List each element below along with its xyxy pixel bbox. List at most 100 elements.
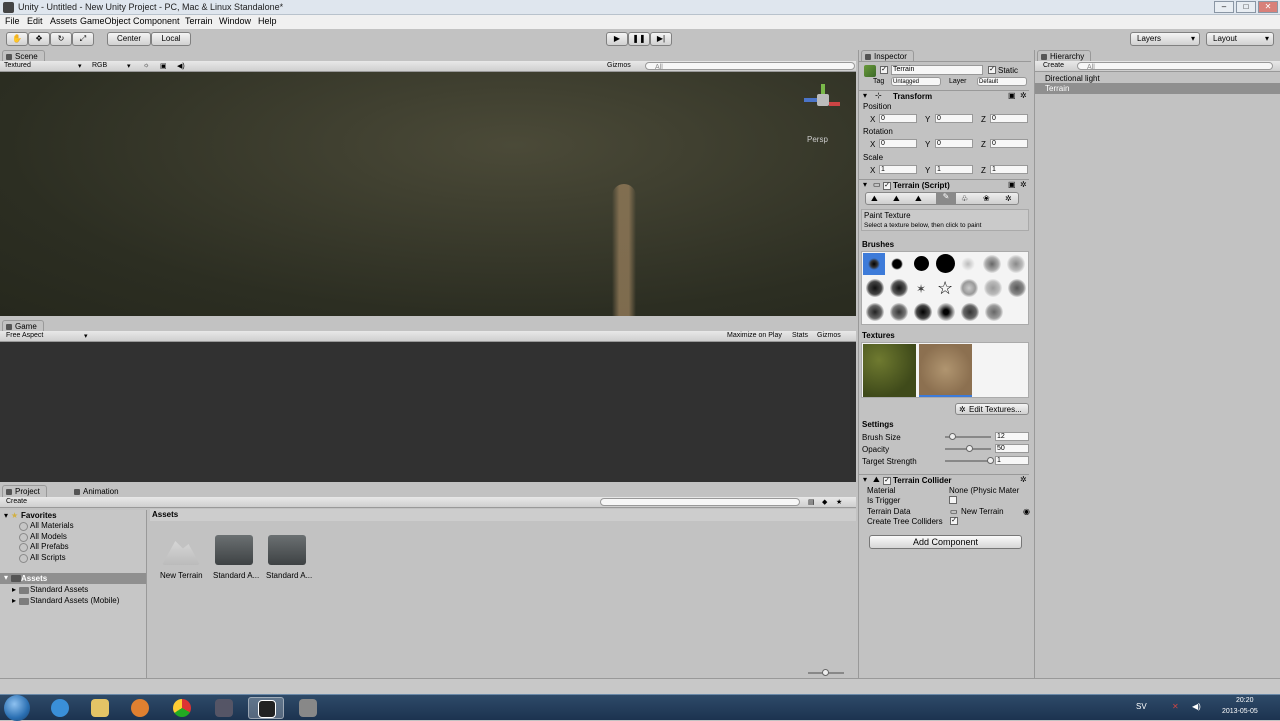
taskbar-app-2[interactable] (290, 697, 326, 719)
brush-noise-2[interactable] (1007, 255, 1025, 273)
start-button[interactable] (4, 695, 30, 721)
aspect-dropdown[interactable]: Free Aspect (6, 332, 43, 339)
scene-image-icon[interactable]: ▣ (160, 62, 167, 70)
brush-round-3[interactable] (936, 254, 955, 273)
game-viewport[interactable] (0, 342, 856, 482)
terrain-data-field[interactable]: New Terrain (961, 507, 1004, 516)
favorite-item[interactable]: All Models (30, 532, 67, 541)
hand-tool-button[interactable]: ✋ (6, 32, 28, 46)
scale-tool-button[interactable]: ⤢ (72, 32, 94, 46)
terrain-script-enabled-checkbox[interactable]: ✓ (883, 182, 891, 190)
rotation-x-field[interactable]: 0 (879, 139, 917, 148)
object-picker-icon[interactable]: ◉ (1023, 507, 1030, 516)
position-x-field[interactable]: 0 (879, 114, 917, 123)
taskbar-unity[interactable] (248, 697, 284, 719)
taskbar-app[interactable] (206, 697, 242, 719)
rotation-z-field[interactable]: 0 (990, 139, 1028, 148)
favorite-item[interactable]: All Prefabs (30, 542, 69, 551)
menu-terrain[interactable]: Terrain (185, 16, 213, 26)
brush-rock-1[interactable] (866, 303, 884, 321)
close-button[interactable]: ✕ (1258, 1, 1278, 13)
brush-star-outline[interactable]: ☆ (937, 278, 953, 299)
position-y-field[interactable]: 0 (935, 114, 973, 123)
brush-spots-2[interactable] (985, 303, 1003, 321)
hierarchy-item-selected[interactable]: Terrain (1035, 83, 1280, 94)
clock-time[interactable]: 20:20 (1236, 697, 1254, 704)
brush-star-small[interactable]: ✶ (916, 282, 926, 296)
paint-texture-icon[interactable]: ✎ (936, 192, 956, 205)
layout-dropdown[interactable]: Layout ▾ (1206, 32, 1274, 46)
brush-grass-2[interactable] (984, 279, 1002, 297)
raise-terrain-icon[interactable]: ⛰ (871, 194, 878, 204)
brush-sparkle[interactable] (961, 257, 975, 271)
menu-component[interactable]: Component (133, 16, 180, 26)
terrain-settings-icon[interactable]: ✲ (1005, 194, 1012, 203)
menu-help[interactable]: Help (258, 16, 277, 26)
opacity-field[interactable]: 50 (995, 444, 1029, 453)
help-icon[interactable]: ▣ (1008, 91, 1016, 100)
rotation-y-field[interactable]: 0 (935, 139, 973, 148)
edit-textures-button[interactable]: ✲ Edit Textures... (955, 403, 1029, 415)
object-name-field[interactable]: Terrain (891, 65, 983, 75)
terrain-collider-header[interactable]: ▾ ⛰ ✓ Terrain Collider ✲ (859, 474, 1029, 486)
folder-item[interactable]: Standard Assets (Mobile) (30, 596, 119, 605)
filter-by-label-icon[interactable]: ◆ (822, 498, 827, 506)
step-button[interactable]: ▶| (650, 32, 672, 46)
rotate-tool-button[interactable]: ↻ (50, 32, 72, 46)
paint-height-icon[interactable]: ⛰ (893, 194, 900, 204)
brush-spots-1[interactable] (961, 303, 979, 321)
place-trees-icon[interactable]: ♧ (961, 194, 968, 203)
brush-dots[interactable] (937, 303, 955, 321)
network-icon[interactable]: ✕ (1172, 702, 1179, 711)
taskbar-explorer[interactable] (82, 697, 118, 719)
paint-details-icon[interactable]: ❀ (983, 194, 990, 203)
asset-folder-icon[interactable] (215, 535, 253, 565)
move-tool-button[interactable]: ✥ (28, 32, 50, 46)
terrain-script-header[interactable]: ▾ ▭ ✓ Terrain (Script) ▣ ✲ (859, 179, 1029, 191)
folder-item[interactable]: Standard Assets (30, 585, 88, 594)
material-field[interactable]: None (Physic Mater (949, 486, 1029, 495)
brush-splat-2[interactable] (890, 279, 908, 297)
asset-terrain-icon[interactable] (162, 541, 200, 565)
brush-size-slider-knob[interactable] (949, 433, 957, 440)
gear-icon[interactable]: ✲ (1020, 180, 1027, 189)
brush-grass-1[interactable] (960, 279, 978, 297)
scale-z-field[interactable]: 1 (990, 165, 1028, 174)
is-trigger-checkbox[interactable] (949, 496, 957, 504)
brush-rock-3[interactable] (914, 303, 932, 321)
menu-window[interactable]: Window (219, 16, 251, 26)
play-button[interactable]: ▶ (606, 32, 628, 46)
assets-folder-selected[interactable]: ▾ Assets (0, 573, 146, 584)
scale-y-field[interactable]: 1 (935, 165, 973, 174)
texture-dirt[interactable] (919, 344, 972, 397)
brush-grass-3[interactable] (1008, 279, 1026, 297)
target-strength-slider[interactable] (945, 460, 991, 462)
render-mode-dropdown[interactable]: Textured (4, 62, 31, 69)
stats-toggle[interactable]: Stats (792, 332, 808, 339)
maximize-button[interactable]: □ (1236, 1, 1256, 13)
scene-audio-icon[interactable]: ◀) (177, 62, 185, 70)
language-indicator[interactable]: SV (1136, 702, 1147, 711)
brush-splat-1[interactable] (866, 279, 884, 297)
scene-orientation-gizmo[interactable] (804, 84, 840, 118)
layer-dropdown[interactable]: Default (977, 77, 1027, 86)
scene-lighting-icon[interactable]: ☼ (143, 62, 149, 69)
add-component-button[interactable]: Add Component (869, 535, 1022, 549)
transform-header[interactable]: ▾ ⊹ Transform ▣ ✲ (859, 90, 1029, 102)
help-icon[interactable]: ▣ (1008, 180, 1016, 189)
hierarchy-create-dropdown[interactable]: Create (1043, 62, 1064, 69)
gizmos-dropdown[interactable]: Gizmos (607, 62, 631, 69)
filter-by-type-icon[interactable]: ▤ (808, 498, 815, 506)
target-strength-field[interactable]: 1 (995, 456, 1029, 465)
persp-label[interactable]: Persp (807, 135, 828, 144)
asset-label[interactable]: New Terrain (160, 571, 203, 580)
tag-dropdown[interactable]: Untagged (891, 77, 941, 86)
minimize-button[interactable]: – (1214, 1, 1234, 13)
position-z-field[interactable]: 0 (990, 114, 1028, 123)
menu-gameobject[interactable]: GameObject (80, 16, 131, 26)
menu-assets[interactable]: Assets (50, 16, 77, 26)
brush-size-field[interactable]: 12 (995, 432, 1029, 441)
scene-search-input[interactable]: All (645, 62, 855, 71)
pivot-center-button[interactable]: Center (107, 32, 151, 46)
taskbar-ie[interactable] (42, 697, 78, 719)
